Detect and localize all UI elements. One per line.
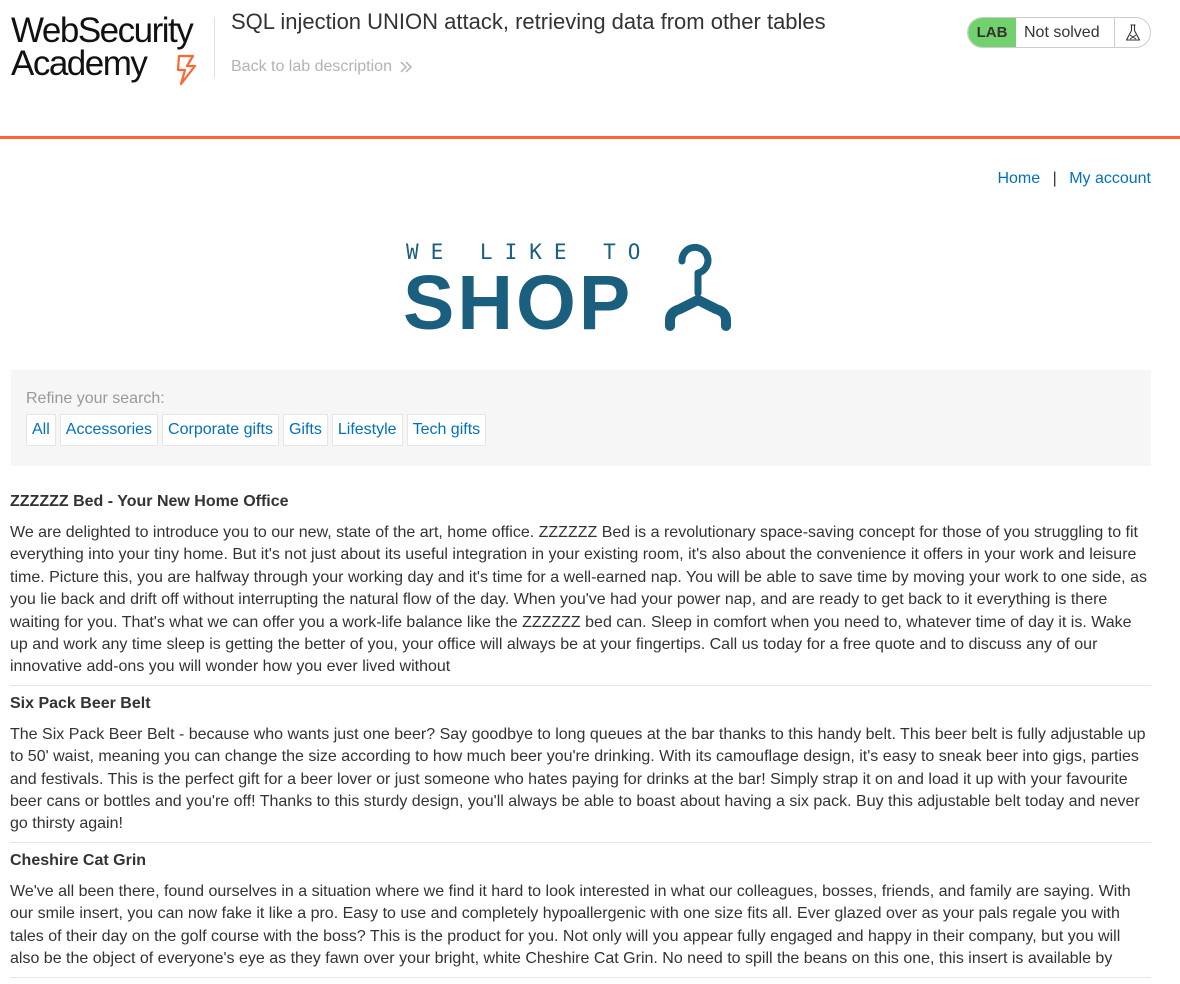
filter-lifestyle[interactable]: Lifestyle (331, 414, 403, 446)
lab-title: SQL injection UNION attack, retrieving d… (231, 9, 826, 34)
back-link-label: Back to lab description (231, 58, 392, 75)
flask-icon (1114, 18, 1150, 47)
product-name: ZZZZZZ Bed - Your New Home Office (10, 493, 289, 510)
lab-status-widget: LAB Not solved (967, 17, 1151, 48)
nav-separator: | (1052, 170, 1057, 187)
filter-tech-gifts[interactable]: Tech gifts (406, 414, 487, 446)
we-like-to-shop-banner: WE LIKE TO SHOP (405, 242, 731, 332)
lab-badge: LAB (968, 18, 1016, 47)
banner-big-text: SHOP (405, 260, 633, 332)
filters-label: Refine your search: (26, 390, 165, 407)
product-item: Six Pack Beer Belt The Six Pack Beer Bel… (10, 692, 1151, 843)
top-navigation: Home | My account (997, 170, 1151, 188)
back-to-lab-description-link[interactable]: Back to lab description (231, 58, 413, 76)
filter-all[interactable]: All (26, 414, 56, 446)
product-item: Cheshire Cat Grin We've all been there, … (10, 849, 1151, 978)
academy-header: WebSecurity Academy SQL injection UNION … (0, 0, 1180, 139)
clothes-hanger-icon (665, 243, 731, 331)
filter-links: All Accessories Corporate gifts Gifts Li… (26, 414, 487, 446)
product-list: ZZZZZZ Bed - Your New Home Office We are… (10, 490, 1151, 984)
web-security-academy-logo[interactable]: WebSecurity Academy (11, 11, 211, 88)
double-chevron-right-icon (400, 61, 413, 73)
product-description: We are delighted to introduce you to our… (10, 524, 1147, 676)
product-description: The Six Pack Beer Belt - because who wan… (10, 725, 1146, 833)
home-link[interactable]: Home (997, 170, 1040, 187)
filter-accessories[interactable]: Accessories (59, 414, 159, 446)
product-name: Cheshire Cat Grin (10, 851, 147, 869)
product-description: We've all been there, found ourselves in… (10, 882, 1131, 968)
header-divider (214, 17, 215, 78)
my-account-link[interactable]: My account (1069, 170, 1151, 187)
lab-status-text: Not solved (1024, 23, 1100, 41)
logo-line-1: WebSecurity (11, 11, 194, 50)
product-name: Six Pack Beer Belt (10, 694, 151, 712)
filter-corporate-gifts[interactable]: Corporate gifts (162, 414, 279, 446)
filter-gifts[interactable]: Gifts (282, 414, 328, 446)
logo-zap-icon (176, 54, 197, 86)
search-filters: Refine your search: All Accessories Corp… (11, 370, 1151, 466)
product-item: ZZZZZZ Bed - Your New Home Office We are… (10, 490, 1151, 686)
